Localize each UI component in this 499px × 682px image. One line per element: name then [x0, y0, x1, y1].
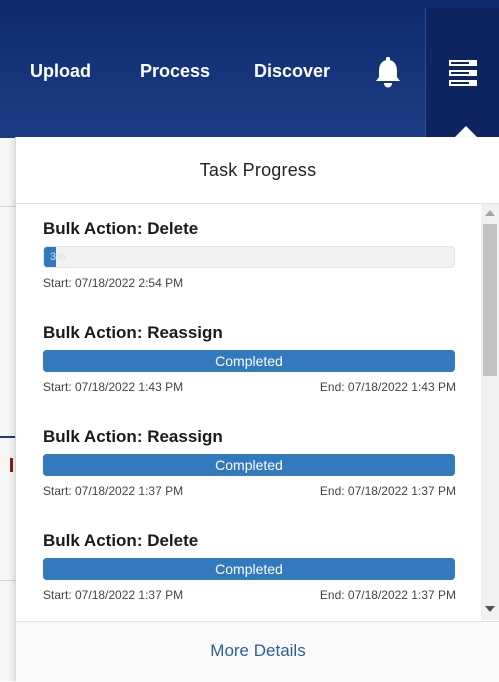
task-list-icon: [449, 60, 477, 86]
task-start-time: Start: 07/18/2022 1:43 PM: [43, 380, 184, 394]
task-end-time: End: 07/18/2022 1:43 PM: [319, 380, 456, 394]
task-list-scrollbar[interactable]: [481, 204, 499, 620]
task-item: Bulk Action: Delete 3% Start: 07/18/2022…: [43, 218, 456, 292]
popover-title: Task Progress: [199, 160, 317, 180]
scrollbar-thumb[interactable]: [483, 224, 497, 376]
popover-header: Task Progress: [16, 137, 499, 204]
task-item: Bulk Action: Reassign Completed Start: 0…: [43, 426, 456, 500]
task-title: Bulk Action: Delete: [43, 531, 199, 550]
task-start-time: Start: 07/18/2022 1:37 PM: [43, 588, 184, 602]
task-progress-button[interactable]: [425, 8, 499, 138]
task-title: Bulk Action: Reassign: [43, 427, 223, 446]
task-progress-popover: Task Progress Bulk Action: Delete 3% Sta…: [15, 137, 499, 682]
background-marker: [10, 458, 13, 472]
task-times: Start: 07/18/2022 1:43 PM End: 07/18/202…: [43, 380, 456, 396]
progress-status-label: Completed: [215, 457, 283, 473]
task-end-time: End: 07/18/2022 1:37 PM: [319, 484, 456, 498]
task-times: Start: 07/18/2022 1:37 PM End: 07/18/202…: [43, 484, 456, 500]
progress-bar: 3%: [43, 246, 455, 268]
task-item: Bulk Action: Delete Completed Start: 07/…: [43, 530, 456, 604]
more-details-link[interactable]: More Details: [210, 622, 305, 680]
task-title: Bulk Action: Reassign: [43, 323, 223, 342]
popover-footer: More Details: [16, 621, 499, 682]
progress-bar: Completed: [43, 350, 455, 372]
progress-bar: Completed: [43, 558, 455, 580]
progress-percent-label: 3%: [50, 251, 66, 263]
top-navigation-bar: Upload Process Discover: [0, 0, 499, 138]
task-title: Bulk Action: Delete: [43, 219, 199, 238]
task-list: Bulk Action: Delete 3% Start: 07/18/2022…: [16, 204, 478, 620]
progress-status-label: Completed: [215, 561, 283, 577]
notifications-button[interactable]: [372, 55, 404, 89]
task-start-time: Start: 07/18/2022 1:37 PM: [43, 484, 184, 498]
scroll-down-arrow-icon[interactable]: [485, 606, 495, 612]
bell-icon: [376, 57, 400, 88]
task-times: Start: 07/18/2022 2:54 PM: [43, 276, 456, 292]
task-item: Bulk Action: Reassign Completed Start: 0…: [43, 322, 456, 396]
task-times: Start: 07/18/2022 1:37 PM End: 07/18/202…: [43, 588, 456, 604]
progress-status-label: Completed: [215, 353, 283, 369]
task-end-time: End: 07/18/2022 1:37 PM: [319, 588, 456, 602]
nav-discover-link[interactable]: Discover: [254, 56, 330, 86]
scroll-up-arrow-icon[interactable]: [485, 210, 495, 216]
task-start-time: Start: 07/18/2022 2:54 PM: [43, 276, 184, 290]
progress-bar: Completed: [43, 454, 455, 476]
nav-process-link[interactable]: Process: [140, 56, 210, 86]
nav-upload-link[interactable]: Upload: [30, 56, 91, 86]
